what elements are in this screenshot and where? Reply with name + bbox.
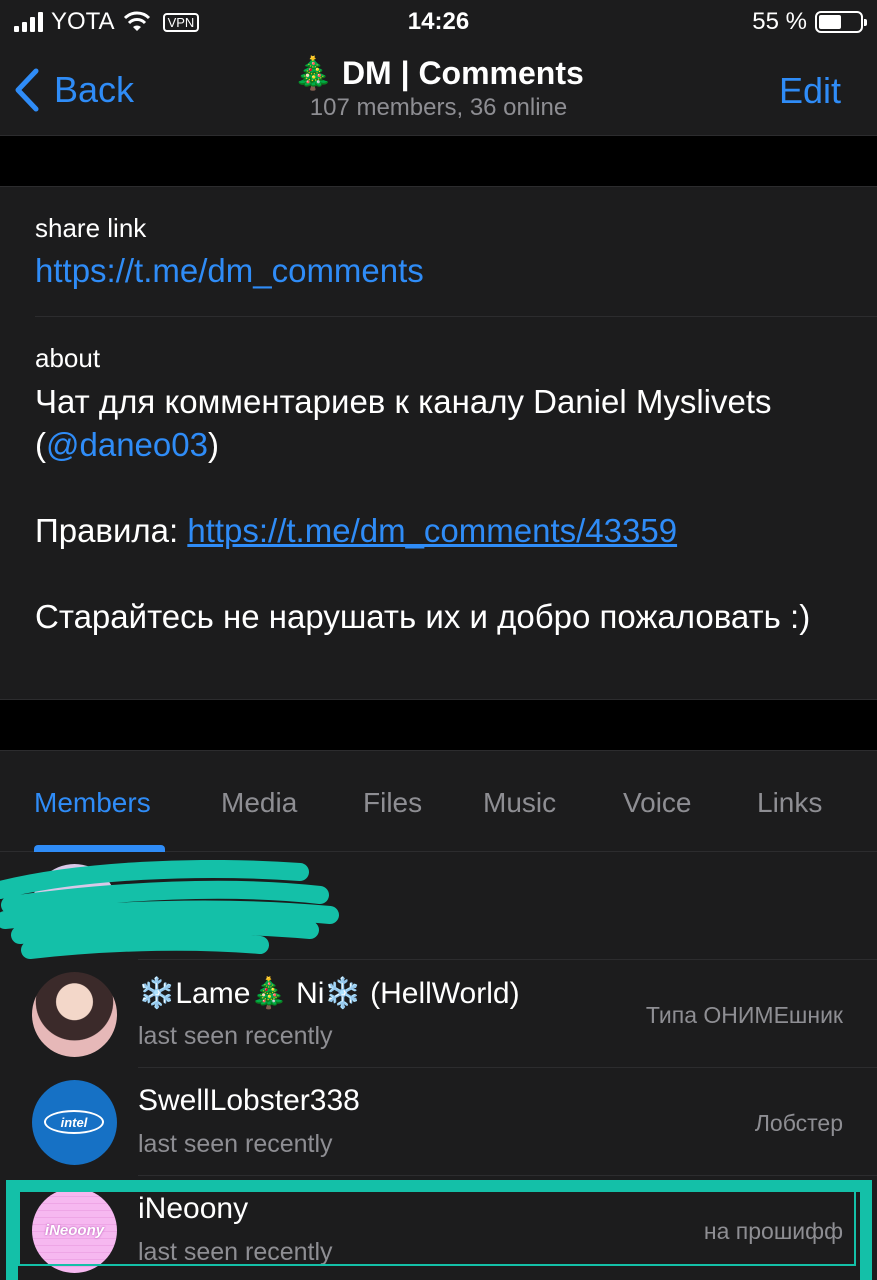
- avatar-text: iNeoony: [44, 1222, 105, 1239]
- list-item[interactable]: ❄️Lame🎄 Ni❄️ (HellWorld) last seen recen…: [0, 960, 877, 1068]
- member-status: last seen recently: [138, 1238, 333, 1266]
- rules-link[interactable]: https://t.me/dm_comments/43359: [187, 512, 677, 549]
- status-bar: YOTA VPN 14:26 55 %: [0, 0, 877, 44]
- share-link-url[interactable]: https://t.me/dm_comments: [35, 252, 424, 290]
- edit-button[interactable]: Edit: [779, 70, 841, 112]
- chat-title-text: DM | Comments: [341, 55, 584, 91]
- intel-logo-icon: intel: [44, 1110, 104, 1134]
- divider: [35, 316, 877, 317]
- navigation-bar: Back 🎄 DM | Comments 107 members, 36 onl…: [0, 44, 877, 136]
- share-link-row[interactable]: share link https://t.me/dm_comments: [35, 213, 424, 290]
- list-item[interactable]: iNeoony iNeoony last seen recently на пр…: [0, 1176, 877, 1280]
- member-role: на прошифф: [703, 1218, 843, 1244]
- closing-text: Старайтесь не нарушать их и добро пожало…: [35, 598, 811, 635]
- avatar: [32, 864, 117, 949]
- member-name: SwellLobster338: [138, 1084, 360, 1117]
- member-role: Типа ОНИМЕшник: [645, 1002, 843, 1028]
- tab-music[interactable]: Music: [483, 787, 556, 819]
- member-status: last seen recently: [138, 1130, 333, 1158]
- tree-emoji-icon: 🎄: [293, 55, 334, 91]
- member-status: last seen recently: [138, 1022, 333, 1050]
- avatar: [32, 972, 117, 1057]
- chat-subtitle: 107 members, 36 online: [309, 94, 568, 121]
- share-link-label: share link: [35, 213, 147, 243]
- tab-members[interactable]: Members: [34, 787, 151, 819]
- paren-close: ): [207, 426, 219, 463]
- battery-percent: 55 %: [752, 8, 807, 35]
- channel-handle-link[interactable]: @daneo03: [46, 426, 208, 463]
- tab-links[interactable]: Links: [757, 787, 822, 819]
- member-name: iNeoony: [138, 1192, 249, 1225]
- media-tabs: Members Media Files Music Voice Links: [0, 750, 877, 853]
- status-time: 14:26: [407, 8, 470, 35]
- list-item[interactable]: intel SwellLobster338 last seen recently…: [0, 1068, 877, 1176]
- tab-files[interactable]: Files: [363, 787, 422, 819]
- chat-header[interactable]: 🎄 DM | Comments 107 members, 36 online: [0, 54, 877, 122]
- tab-voice[interactable]: Voice: [623, 787, 692, 819]
- avatar: iNeoony: [32, 1188, 117, 1273]
- battery-fill: [819, 15, 841, 29]
- info-card: share link https://t.me/dm_comments abou…: [0, 186, 877, 700]
- about-label: about: [35, 343, 101, 373]
- about-row: about Чат для комментариев к каналу Dani…: [35, 343, 857, 638]
- avatar: intel: [32, 1080, 117, 1165]
- status-right: 55 %: [752, 8, 867, 36]
- member-name: ❄️Lame🎄 Ni❄️ (HellWorld): [138, 977, 520, 1010]
- battery-icon: [815, 11, 867, 33]
- tab-media[interactable]: Media: [221, 787, 297, 819]
- about-text: Чат для комментариев к каналу Daniel Mys…: [35, 380, 857, 638]
- rules-prefix: Правила:: [35, 512, 188, 549]
- paren-open: (: [35, 426, 46, 463]
- about-line: Чат для комментариев к каналу Daniel Mys…: [35, 383, 772, 420]
- chat-title: 🎄 DM | Comments: [0, 54, 877, 92]
- member-role: Лобстер: [754, 1110, 843, 1136]
- list-item-redacted[interactable]: [0, 852, 877, 960]
- members-list: ❄️Lame🎄 Ni❄️ (HellWorld) last seen recen…: [0, 852, 877, 1280]
